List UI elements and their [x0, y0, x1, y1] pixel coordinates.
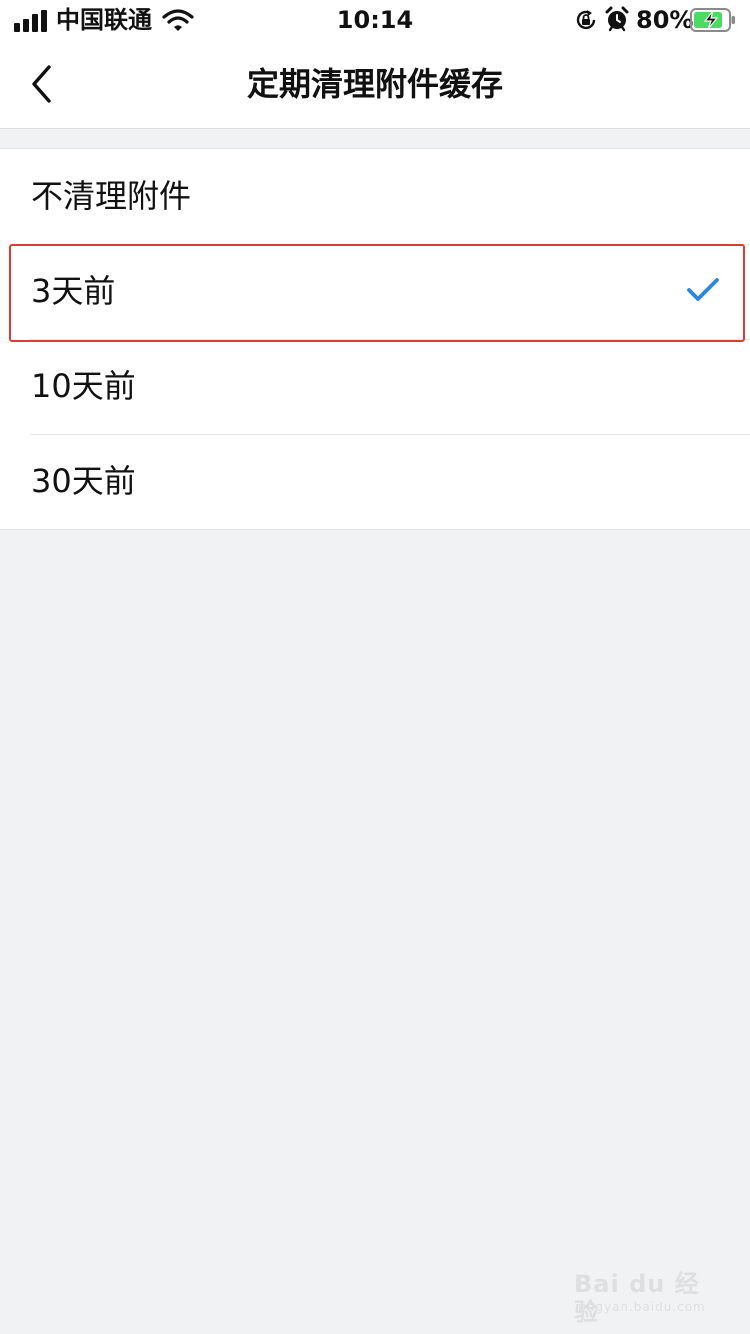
option-label: 不清理附件: [31, 177, 192, 215]
watermark-brand: Bai du 经验: [574, 1270, 700, 1326]
status-bar: 中国联通 10:14 80%: [0, 0, 750, 40]
option-label: 30天前: [31, 462, 136, 500]
watermark-url: jingyan.baidu.com: [578, 1300, 706, 1314]
cleanup-options-list: 不清理附件 3天前 10天前 30天前: [0, 148, 750, 530]
orientation-lock-icon: [576, 10, 596, 30]
baidu-watermark: Bai du 经验 jingyan.baidu.com: [574, 1262, 714, 1326]
option-3-days[interactable]: 3天前: [0, 244, 750, 339]
battery-percent: 80%: [636, 6, 694, 34]
header: 中国联通 10:14 80% 定期清理附件缓存: [0, 0, 750, 129]
nav-bar: 定期清理附件缓存: [0, 40, 750, 128]
battery-charging-icon: [690, 8, 735, 32]
option-label: 10天前: [31, 367, 136, 405]
option-30-days[interactable]: 30天前: [0, 434, 750, 529]
option-no-cleanup[interactable]: 不清理附件: [0, 149, 750, 244]
page-title: 定期清理附件缓存: [246, 65, 503, 103]
option-10-days[interactable]: 10天前: [0, 339, 750, 434]
alarm-icon: [605, 6, 629, 32]
checkmark-icon: [687, 278, 719, 301]
option-label: 3天前: [31, 272, 116, 310]
